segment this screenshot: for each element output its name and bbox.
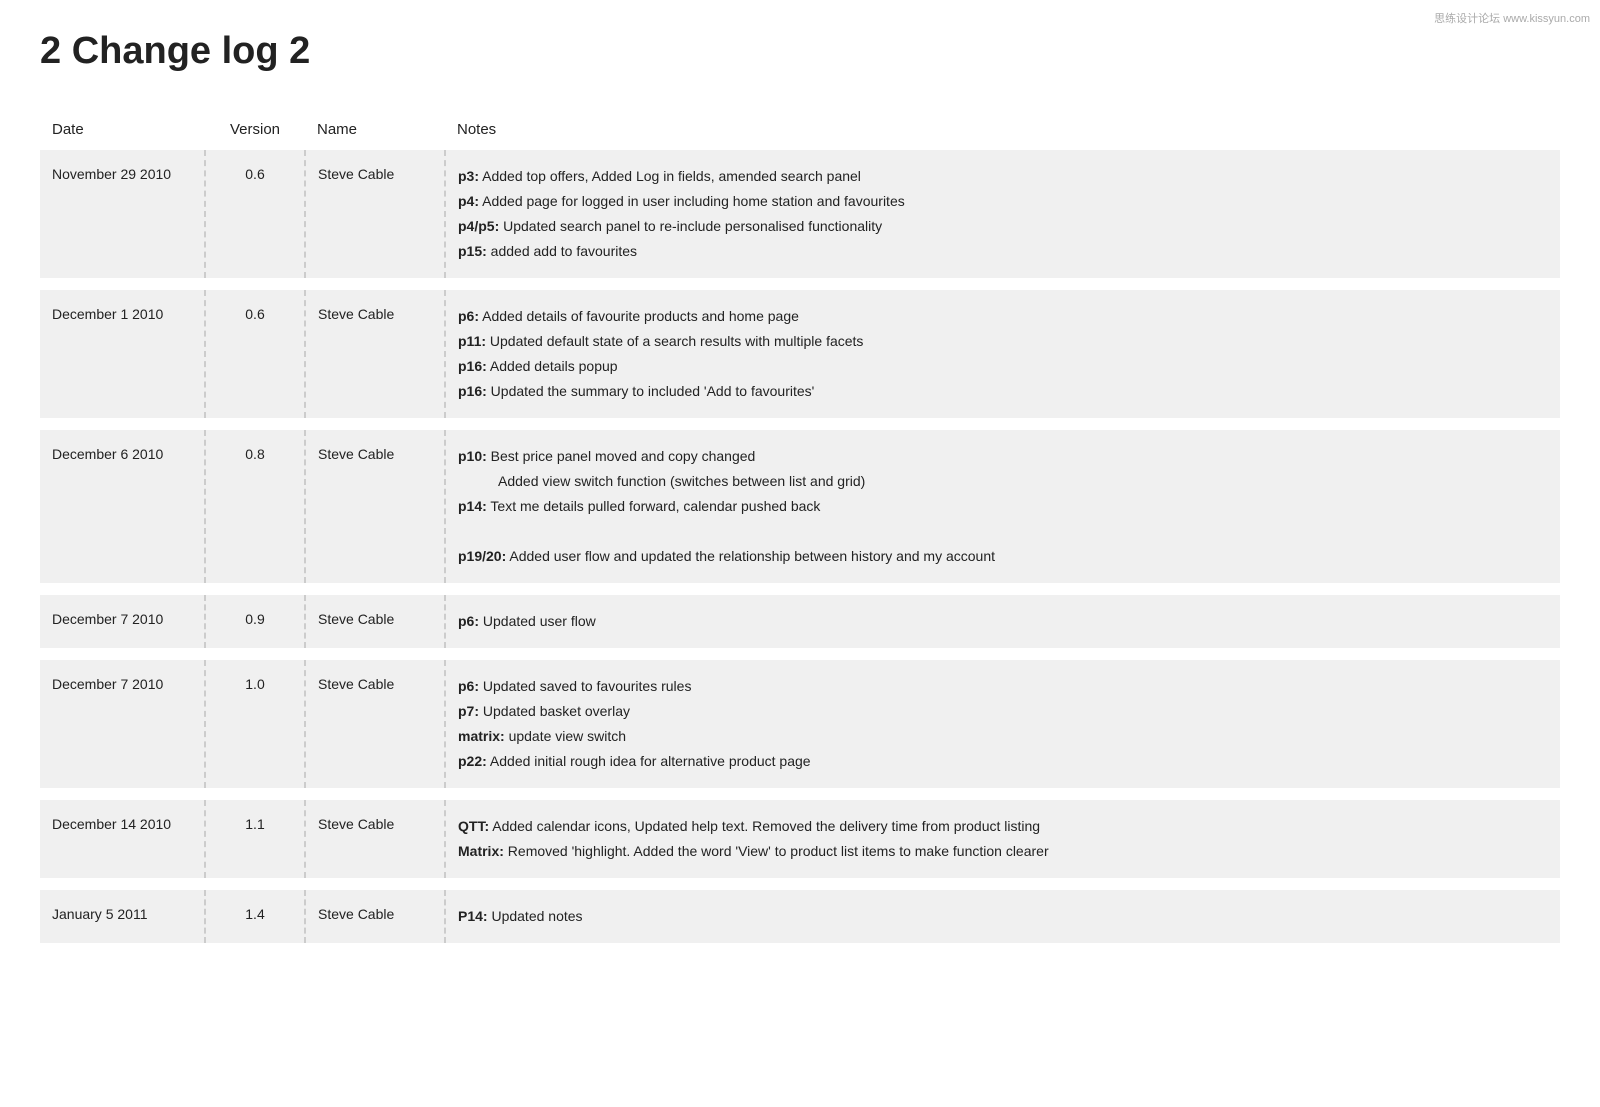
table-row: November 29 20100.6Steve Cablep3: Added … [40,150,1560,278]
table-row: December 7 20100.9Steve Cablep6: Updated… [40,595,1560,648]
header-notes: Notes [445,113,1560,150]
cell-name: Steve Cable [305,890,445,943]
spacer-row [40,278,1560,290]
spacer-row [40,583,1560,595]
cell-name: Steve Cable [305,430,445,583]
page-title: 2 Change log 2 [40,30,1560,73]
cell-name: Steve Cable [305,660,445,788]
spacer-row [40,788,1560,800]
cell-date: December 6 2010 [40,430,205,583]
cell-notes: p3: Added top offers, Added Log in field… [445,150,1560,278]
changelog-table: Date Version Name Notes November 29 2010… [40,113,1560,943]
cell-name: Steve Cable [305,290,445,418]
cell-date: December 1 2010 [40,290,205,418]
header-name: Name [305,113,445,150]
cell-version: 1.0 [205,660,305,788]
cell-name: Steve Cable [305,150,445,278]
cell-version: 0.6 [205,150,305,278]
cell-notes: p6: Updated saved to favourites rulesp7:… [445,660,1560,788]
cell-version: 1.4 [205,890,305,943]
cell-notes: p6: Updated user flow [445,595,1560,648]
spacer-row [40,648,1560,660]
cell-date: December 7 2010 [40,660,205,788]
cell-notes: P14: Updated notes [445,890,1560,943]
cell-notes: p10: Best price panel moved and copy cha… [445,430,1560,583]
cell-date: January 5 2011 [40,890,205,943]
watermark: 思练设计论坛 www.kissyun.com [1434,10,1590,26]
cell-date: December 14 2010 [40,800,205,878]
header-version: Version [205,113,305,150]
cell-version: 1.1 [205,800,305,878]
table-row: December 1 20100.6Steve Cablep6: Added d… [40,290,1560,418]
table-row: December 6 20100.8Steve Cablep10: Best p… [40,430,1560,583]
cell-version: 0.6 [205,290,305,418]
cell-date: December 7 2010 [40,595,205,648]
header-date: Date [40,113,205,150]
cell-date: November 29 2010 [40,150,205,278]
cell-notes: QTT: Added calendar icons, Updated help … [445,800,1560,878]
table-row: December 7 20101.0Steve Cablep6: Updated… [40,660,1560,788]
spacer-row [40,878,1560,890]
cell-notes: p6: Added details of favourite products … [445,290,1560,418]
cell-version: 0.9 [205,595,305,648]
spacer-row [40,418,1560,430]
cell-version: 0.8 [205,430,305,583]
cell-name: Steve Cable [305,595,445,648]
table-row: January 5 20111.4Steve CableP14: Updated… [40,890,1560,943]
cell-name: Steve Cable [305,800,445,878]
table-row: December 14 20101.1Steve CableQTT: Added… [40,800,1560,878]
